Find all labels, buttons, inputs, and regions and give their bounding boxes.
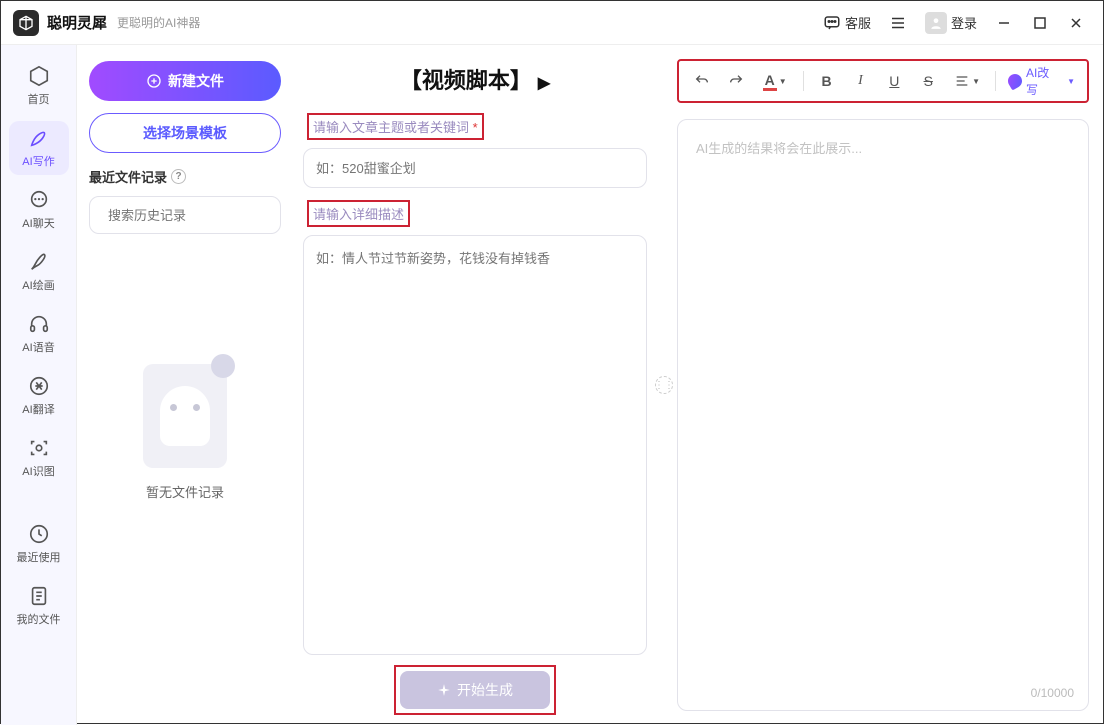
choose-template-button[interactable]: 选择场景模板 xyxy=(89,113,281,153)
italic-button[interactable]: I xyxy=(846,67,876,95)
app-subtitle: 更聪明的AI神器 xyxy=(117,14,200,31)
scan-icon xyxy=(28,437,50,459)
sidebar: 首页 AI写作 AI聊天 AI绘画 AI语音 AI翻译 AI识图 最 xyxy=(1,45,77,725)
empty-text: 暂无文件记录 xyxy=(146,482,224,501)
minimize-button[interactable] xyxy=(989,11,1019,35)
play-icon[interactable]: ▶ xyxy=(538,75,550,92)
sidebar-item-translate[interactable]: AI翻译 xyxy=(9,369,69,423)
home-icon xyxy=(28,65,50,87)
redo-button[interactable] xyxy=(721,67,751,95)
empty-illustration-icon xyxy=(143,364,227,468)
help-icon[interactable]: ? xyxy=(171,169,186,184)
generate-button[interactable]: 开始生成 xyxy=(400,671,550,709)
recent-files-label: 最近文件记录 ? xyxy=(89,167,281,186)
chat-icon xyxy=(823,14,841,32)
headphone-icon xyxy=(28,313,50,335)
sidebar-item-voice[interactable]: AI语音 xyxy=(9,307,69,361)
redo-icon xyxy=(728,73,744,89)
app-logo-icon xyxy=(13,10,39,36)
align-button[interactable]: ▼ xyxy=(947,67,987,95)
menu-button[interactable] xyxy=(883,10,913,36)
clock-icon xyxy=(28,523,50,545)
panel-divider[interactable]: ⋮⋮ xyxy=(657,45,671,725)
drag-handle-icon[interactable]: ⋮⋮ xyxy=(655,376,673,394)
maximize-button[interactable] xyxy=(1025,11,1055,35)
detail-label: 请输入详细描述 xyxy=(307,200,410,227)
topic-input[interactable] xyxy=(316,161,634,176)
file-icon xyxy=(28,585,50,607)
detail-textarea[interactable] xyxy=(316,248,634,642)
underline-button[interactable]: U xyxy=(879,67,909,95)
undo-button[interactable] xyxy=(687,67,717,95)
result-panel: A▼ B I U S ▼ AI改写▼ AI生成的结果将会在此展示... 0/10… xyxy=(671,45,1103,725)
sparkle-icon xyxy=(437,683,451,697)
font-color-button[interactable]: A▼ xyxy=(755,67,795,95)
result-textarea[interactable]: AI生成的结果将会在此展示... 0/10000 xyxy=(677,119,1089,711)
topic-label: 请输入文章主题或者关键词 xyxy=(307,113,484,140)
ai-icon xyxy=(1005,71,1024,90)
new-file-button[interactable]: 新建文件 xyxy=(89,61,281,101)
login-button[interactable]: 登录 xyxy=(919,8,983,38)
title-bar: 聪明灵犀 更聪明的AI神器 客服 登录 xyxy=(1,1,1103,45)
sidebar-item-writing[interactable]: AI写作 xyxy=(9,121,69,175)
sidebar-item-files[interactable]: 我的文件 xyxy=(9,579,69,633)
topic-input-box[interactable] xyxy=(303,148,647,188)
hamburger-icon xyxy=(889,14,907,32)
ai-rewrite-button[interactable]: AI改写▼ xyxy=(1004,64,1079,98)
pen-icon xyxy=(28,127,50,149)
sidebar-item-chat[interactable]: AI聊天 xyxy=(9,183,69,237)
plus-circle-icon xyxy=(146,73,162,89)
search-history-box[interactable] xyxy=(89,196,281,234)
sidebar-item-draw[interactable]: AI绘画 xyxy=(9,245,69,299)
editor-toolbar: A▼ B I U S ▼ AI改写▼ xyxy=(677,59,1089,103)
search-history-input[interactable] xyxy=(108,208,284,223)
app-name: 聪明灵犀 xyxy=(47,12,107,33)
detail-textarea-box[interactable] xyxy=(303,235,647,655)
strike-button[interactable]: S xyxy=(913,67,943,95)
files-panel: 新建文件 选择场景模板 最近文件记录 ? 暂无文件记录 xyxy=(77,45,293,725)
avatar-icon xyxy=(925,12,947,34)
bold-button[interactable]: B xyxy=(812,67,842,95)
undo-icon xyxy=(694,73,710,89)
editor-panel: 【视频脚本】▶ 请输入文章主题或者关键词 请输入详细描述 开始生成 xyxy=(293,45,657,725)
sidebar-item-recent[interactable]: 最近使用 xyxy=(9,517,69,571)
document-title: 【视频脚本】▶ xyxy=(303,63,647,95)
char-counter: 0/10000 xyxy=(1031,686,1074,700)
empty-state: 暂无文件记录 xyxy=(89,364,281,501)
sidebar-item-image[interactable]: AI识图 xyxy=(9,431,69,485)
brush-icon xyxy=(28,251,50,273)
service-button[interactable]: 客服 xyxy=(817,9,877,36)
align-icon xyxy=(954,73,970,89)
translate-icon xyxy=(28,375,50,397)
close-button[interactable] xyxy=(1061,11,1091,35)
sidebar-item-home[interactable]: 首页 xyxy=(9,59,69,113)
message-icon xyxy=(28,189,50,211)
